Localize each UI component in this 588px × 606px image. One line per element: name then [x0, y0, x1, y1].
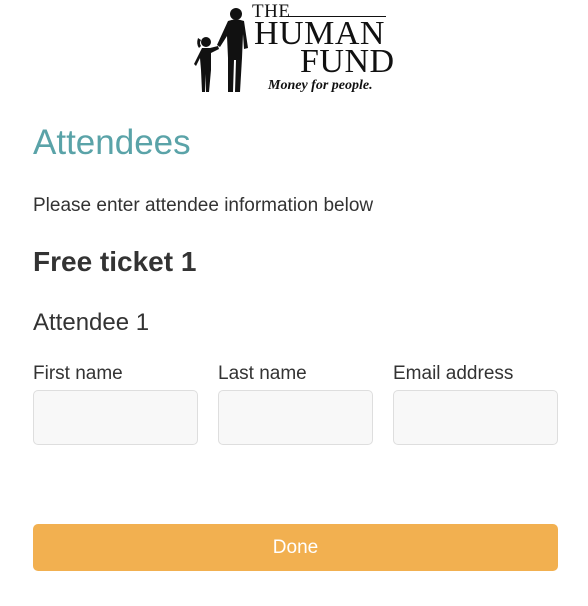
- done-button[interactable]: Done: [33, 524, 558, 571]
- father-daughter-silhouette-icon: [194, 8, 248, 92]
- last-name-label: Last name: [218, 363, 307, 384]
- logo-tagline: Money for people.: [268, 78, 373, 93]
- first-name-field-group: First name: [33, 362, 198, 445]
- first-name-label: First name: [33, 363, 123, 384]
- email-label: Email address: [393, 363, 514, 384]
- email-input[interactable]: [393, 390, 558, 445]
- page-title: Attendees: [33, 123, 191, 162]
- logo-fund-text: FUND: [300, 43, 395, 80]
- last-name-input[interactable]: [218, 390, 373, 445]
- first-name-input[interactable]: [33, 390, 198, 445]
- last-name-field-group: Last name: [218, 362, 373, 445]
- human-fund-logo: THE HUMAN FUND Money for people.: [190, 0, 402, 98]
- ticket-title: Free ticket 1: [33, 246, 197, 277]
- instructions-text: Please enter attendee information below: [33, 195, 374, 216]
- attendee-title: Attendee 1: [33, 309, 150, 336]
- email-field-group: Email address: [393, 362, 558, 445]
